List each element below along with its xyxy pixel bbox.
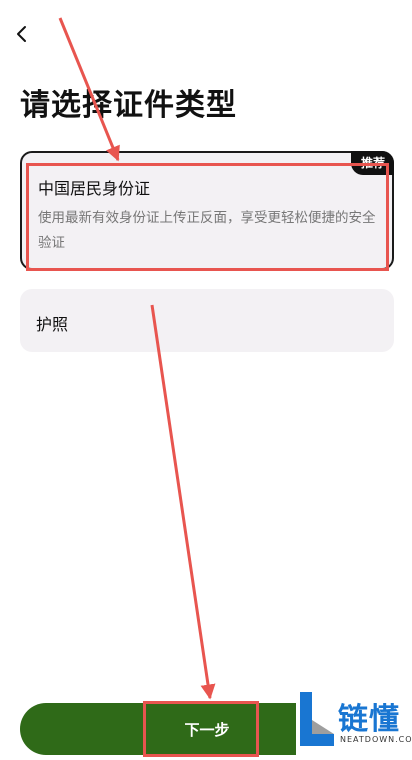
option-id-card[interactable]: 推荐 中国居民身份证 使用最新有效身份证上传正反面，享受更轻松便捷的安全验证 (20, 151, 394, 270)
back-button[interactable] (6, 18, 38, 50)
watermark-domain: NEATDOWN.COM (340, 735, 412, 744)
option-id-card-description: 使用最新有效身份证上传正反面，享受更轻松便捷的安全验证 (38, 210, 376, 251)
watermark-logo-icon (300, 692, 334, 746)
option-id-card-name: 中国居民身份证 (38, 179, 151, 198)
arrow-to-next-button (150, 304, 216, 700)
option-passport[interactable]: 护照 (20, 289, 394, 352)
chevron-left-icon (17, 26, 26, 42)
page-title: 请选择证件类型 (20, 88, 237, 123)
watermark-brand: 链懂 (338, 702, 400, 737)
recommended-badge: 推荐 (350, 151, 394, 175)
option-passport-name: 护照 (36, 315, 69, 334)
watermark: 链懂 NEATDOWN.COM (296, 688, 412, 760)
